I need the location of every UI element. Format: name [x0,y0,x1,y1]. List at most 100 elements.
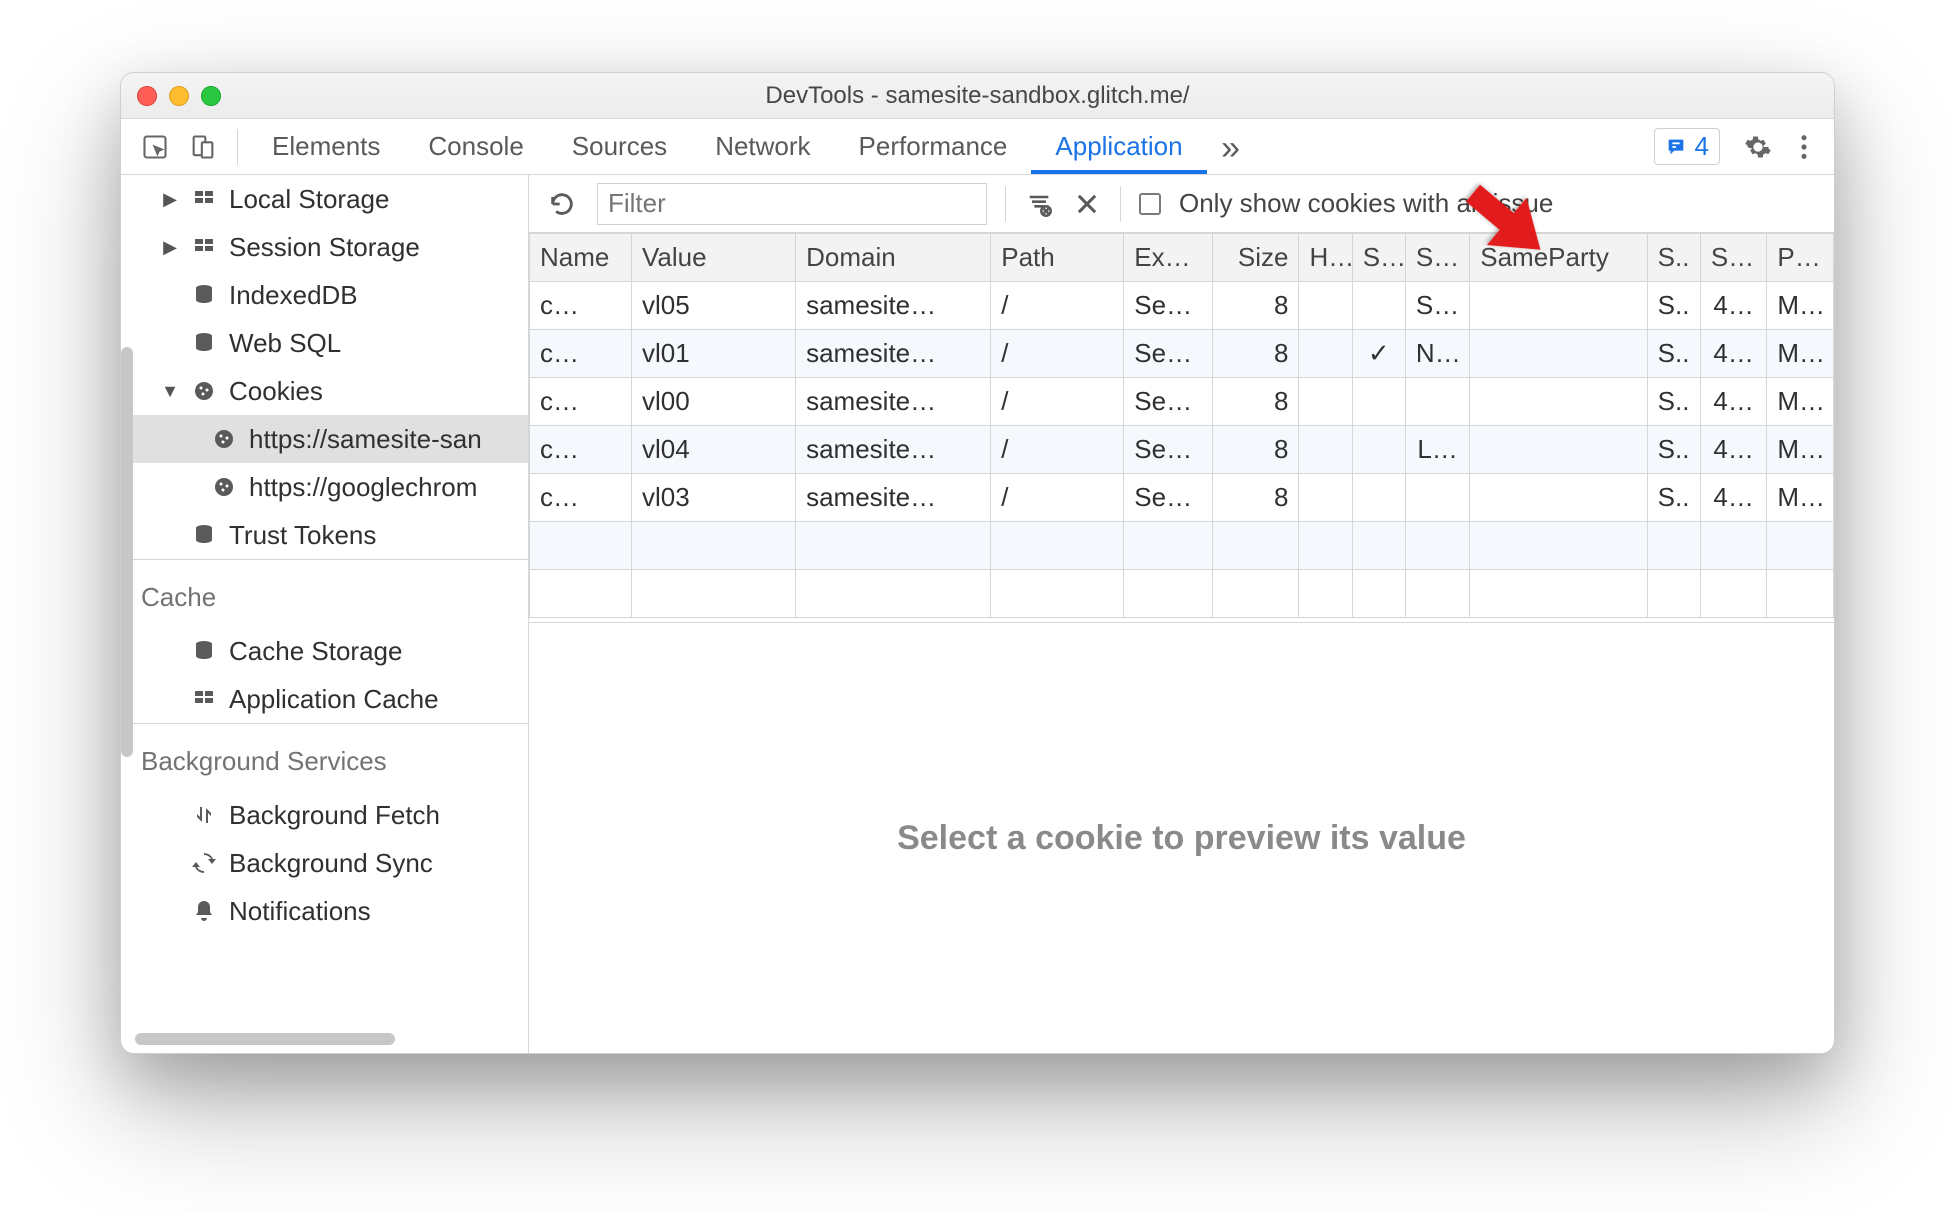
column-header[interactable]: Name [530,234,632,282]
table-cell: N… [1405,330,1469,378]
sidebar-item-label: IndexedDB [229,280,358,311]
tab-label: Network [715,131,810,162]
table-row[interactable]: c…vl05samesite…/Se…8S…S..4…M… [530,282,1834,330]
sidebar-scrollbar[interactable] [121,347,133,757]
table-cell [1352,378,1405,426]
sidebar-item-label: Trust Tokens [229,520,376,551]
table-row[interactable]: c…vl00samesite…/Se…8S..4…M… [530,378,1834,426]
minimize-icon[interactable] [169,86,189,106]
table-cell: c… [530,426,632,474]
cookies-table[interactable]: NameValueDomainPathEx…SizeH…S…S…SamePart… [529,233,1834,618]
column-header[interactable]: H… [1299,234,1352,282]
table-cell [1700,570,1767,618]
table-cell: Se… [1124,378,1213,426]
table-cell [1700,522,1767,570]
column-header[interactable]: Ex… [1124,234,1213,282]
sidebar-item-cookie-origin[interactable]: https://samesite-san [121,415,528,463]
tab-console[interactable]: Console [404,119,547,174]
table-cell: / [991,330,1124,378]
table-cell: ✓ [1352,330,1405,378]
column-header[interactable]: S… [1405,234,1469,282]
device-toggle-icon[interactable] [183,127,223,167]
sidebar-item-label: Local Storage [229,184,389,215]
table-header-row: NameValueDomainPathEx…SizeH…S…S…SamePart… [530,234,1834,282]
table-cell [1405,570,1469,618]
table-cell [1470,522,1647,570]
only-issue-checkbox[interactable] [1139,193,1161,215]
table-cell: 8 [1213,426,1299,474]
column-header[interactable]: SameParty [1470,234,1647,282]
column-header[interactable]: Size [1213,234,1299,282]
sidebar-item-cookies[interactable]: ▼ Cookies [121,367,528,415]
sidebar-item-label: Cookies [229,376,323,407]
settings-icon[interactable] [1738,127,1778,167]
table-cell: c… [530,330,632,378]
clear-all-icon[interactable] [1072,189,1102,219]
tab-label: Elements [272,131,380,162]
tab-network[interactable]: Network [691,119,834,174]
sidebar-item-cookie-origin[interactable]: https://googlechrom [121,463,528,511]
database-icon [189,636,219,666]
table-cell [1352,282,1405,330]
table-cell [1213,570,1299,618]
table-cell [796,522,991,570]
tab-performance[interactable]: Performance [835,119,1032,174]
tab-label: Application [1055,131,1182,162]
column-header[interactable]: S.. [1647,234,1700,282]
sidebar-item-trust-tokens[interactable]: Trust Tokens [121,511,528,559]
table-cell: vl01 [632,330,796,378]
column-header[interactable]: S… [1700,234,1767,282]
filter-input[interactable] [597,183,987,225]
table-cell: 8 [1213,330,1299,378]
table-cell [1299,426,1352,474]
cookies-pane: Only show cookies with an issue NameValu… [529,175,1834,1053]
kebab-menu-icon[interactable] [1784,127,1824,167]
table-cell [632,570,796,618]
table-cell [1124,522,1213,570]
column-header[interactable]: S… [1352,234,1405,282]
column-header[interactable]: Path [991,234,1124,282]
tab-sources[interactable]: Sources [548,119,691,174]
clear-filtered-icon[interactable] [1024,189,1054,219]
sidebar-item-session-storage[interactable]: ▶ Session Storage [121,223,528,271]
column-header[interactable]: P… [1767,234,1834,282]
table-cell: 4… [1700,282,1767,330]
sidebar-item-background-fetch[interactable]: Background Fetch [121,791,528,839]
sidebar-scrollbar-horizontal[interactable] [135,1033,395,1045]
table-cell [1470,282,1647,330]
table-cell: vl04 [632,426,796,474]
table-cell: 4… [1700,474,1767,522]
cookie-icon [209,424,239,454]
table-cell [1470,426,1647,474]
table-cell [991,570,1124,618]
sidebar-item-label: Application Cache [229,684,439,715]
inspect-icon[interactable] [135,127,175,167]
close-icon[interactable] [137,86,157,106]
table-cell [530,570,632,618]
column-header[interactable]: Domain [796,234,991,282]
table-row[interactable]: c…vl01samesite…/Se…8✓N…S..4…M… [530,330,1834,378]
sidebar-item-websql[interactable]: Web SQL [121,319,528,367]
table-row[interactable]: c…vl03samesite…/Se…8S..4…M… [530,474,1834,522]
sidebar-item-background-sync[interactable]: Background Sync [121,839,528,887]
tab-application[interactable]: Application [1031,119,1206,174]
tab-elements[interactable]: Elements [248,119,404,174]
table-cell: vl05 [632,282,796,330]
tab-label: Sources [572,131,667,162]
issues-badge[interactable]: 4 [1654,128,1720,165]
column-header[interactable]: Value [632,234,796,282]
table-cell [1470,474,1647,522]
table-cell [1213,522,1299,570]
more-tabs-icon[interactable]: » [1207,119,1255,174]
sidebar-item-local-storage[interactable]: ▶ Local Storage [121,175,528,223]
table-cell: samesite… [796,474,991,522]
sidebar-item-cache-storage[interactable]: Cache Storage [121,627,528,675]
table-cell [1352,426,1405,474]
refresh-icon[interactable] [545,189,579,219]
cookies-table-wrap: NameValueDomainPathEx…SizeH…S…S…SamePart… [529,233,1834,623]
zoom-icon[interactable] [201,86,221,106]
table-row[interactable]: c…vl04samesite…/Se…8L…S..4…M… [530,426,1834,474]
sidebar-item-indexeddb[interactable]: IndexedDB [121,271,528,319]
sidebar-item-application-cache[interactable]: Application Cache [121,675,528,723]
sidebar-item-notifications[interactable]: Notifications [121,887,528,935]
